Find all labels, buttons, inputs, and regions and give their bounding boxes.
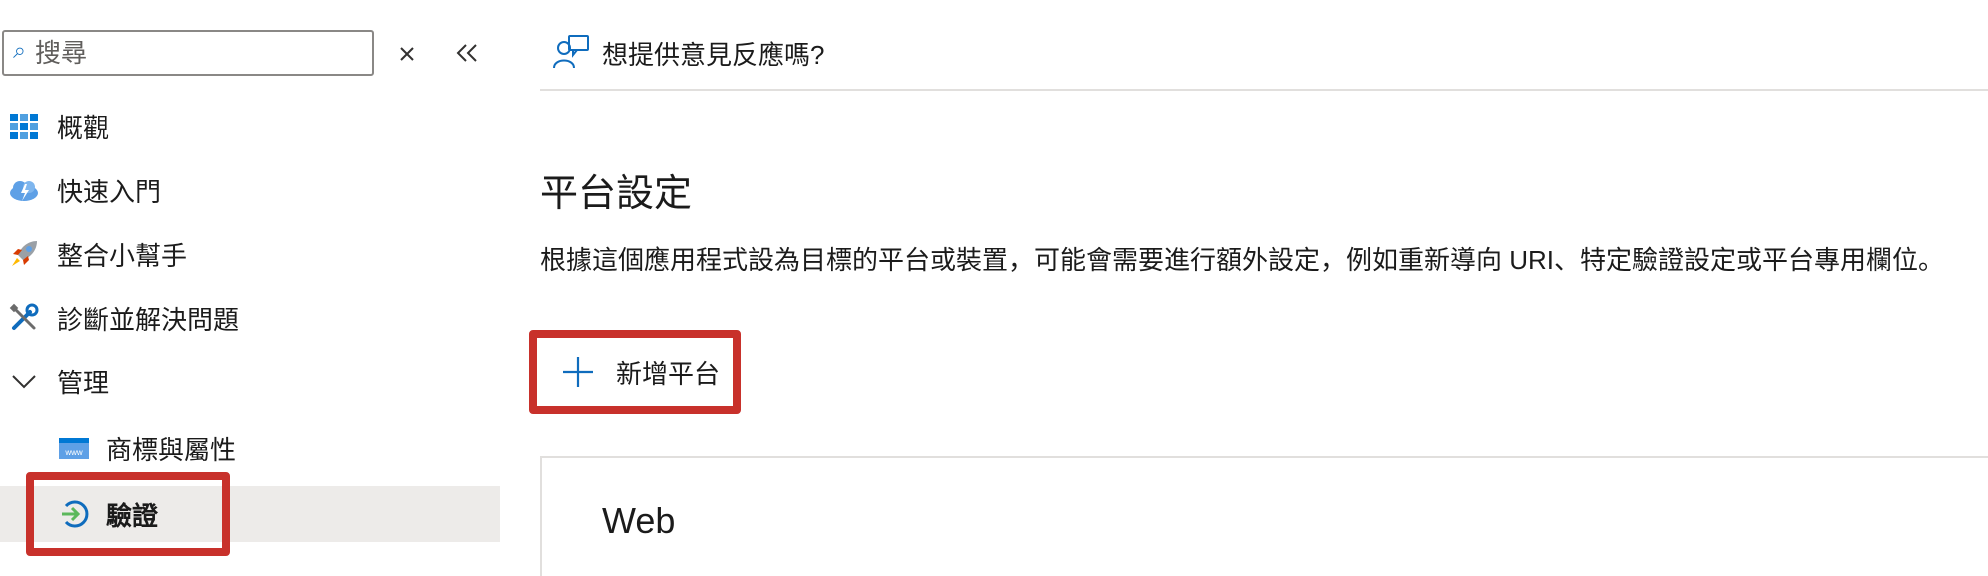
sidebar-item-overview[interactable]: 概觀 [0, 98, 500, 154]
www-branding-icon: www [59, 438, 89, 459]
search-icon [13, 47, 24, 58]
chevron-down-icon [12, 375, 36, 389]
add-platform-button[interactable]: 新增平台 [554, 346, 727, 398]
search-box[interactable] [2, 30, 374, 76]
sidebar-item-branding-properties[interactable]: www 商標與屬性 [0, 420, 500, 476]
page-title: 平台設定 [540, 173, 693, 215]
search-input[interactable] [33, 36, 372, 70]
sidebar-item-diagnose-solve[interactable]: 診斷並解決問題 [0, 290, 500, 346]
sidebar-item-quickstart[interactable]: 快速入門 [0, 162, 500, 218]
sidebar-item-label: 概觀 [57, 112, 110, 143]
svg-text:www: www [64, 448, 83, 457]
main-content: 想提供意見反應嗎? 平台設定 根據這個應用程式設為目標的平台或裝置，可能會需要進… [529, 0, 1988, 576]
add-platform-label: 新增平台 [616, 358, 721, 389]
collapse-sidebar-icon[interactable] [452, 38, 482, 68]
feedback-link[interactable]: 想提供意見反應嗎? [540, 28, 824, 78]
sidebar-item-label: 診斷並解決問題 [57, 304, 240, 335]
sidebar-group-label: 管理 [57, 367, 110, 398]
cloud-quickstart-icon [10, 181, 38, 201]
plus-icon [563, 357, 593, 387]
sidebar-item-authentication[interactable]: 驗證 [0, 486, 500, 542]
feedback-person-icon [553, 35, 589, 69]
clear-search-icon[interactable] [394, 40, 420, 66]
overview-grid-icon [10, 114, 38, 139]
platform-description: 根據這個應用程式設為目標的平台或裝置，可能會需要進行額外設定，例如重新導向 UR… [540, 245, 1945, 275]
sidebar-item-integration-assistant[interactable]: 整合小幫手 [0, 226, 500, 282]
sidebar-group-manage[interactable]: 管理 [0, 353, 500, 409]
sidebar-item-label: 驗證 [106, 500, 159, 531]
feedback-label: 想提供意見反應嗎? [602, 39, 825, 70]
sidebar: 概觀 快速入門 整合小幫手 診斷並解決問題 [0, 0, 500, 556]
authentication-arrow-icon [62, 500, 89, 528]
header-divider [540, 89, 1988, 91]
sidebar-item-label: 商標與屬性 [106, 434, 237, 465]
sidebar-item-label: 整合小幫手 [57, 240, 188, 271]
sidebar-item-label: 快速入門 [57, 176, 162, 207]
wrench-screwdriver-icon [9, 303, 39, 330]
platform-card-web: Web [540, 456, 1988, 576]
rocket-icon [12, 241, 37, 266]
platform-card-title: Web [602, 500, 676, 541]
